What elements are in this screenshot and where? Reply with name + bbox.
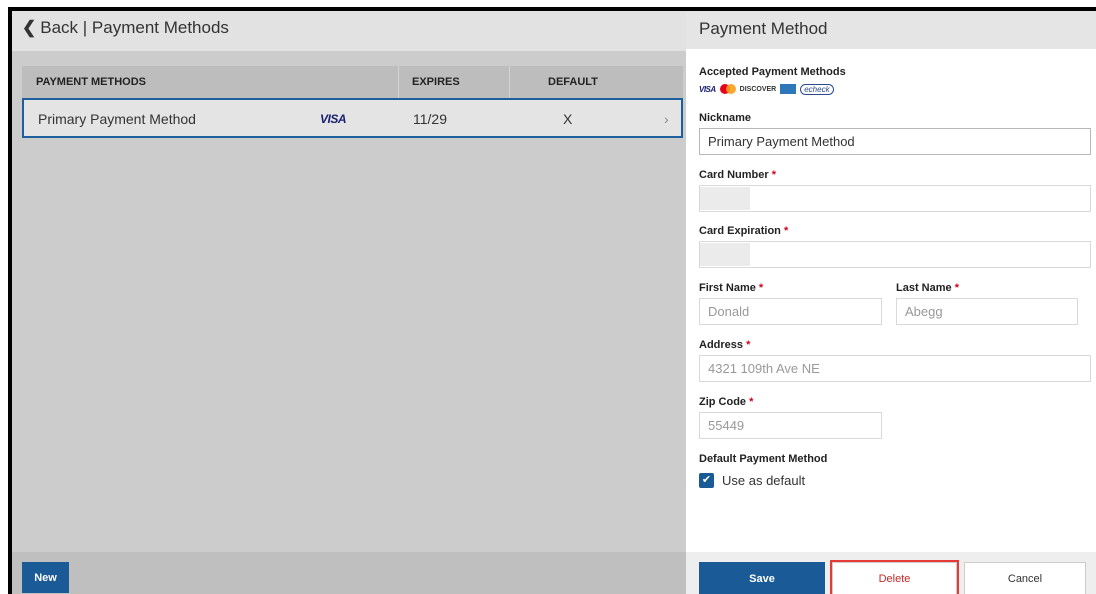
echeck-logo-icon: echeck: [800, 83, 834, 95]
save-button[interactable]: Save: [699, 562, 825, 594]
first-name-label: First Name *: [699, 282, 764, 294]
card-expiration-input[interactable]: [699, 241, 1091, 268]
column-header-expires: EXPIRES: [412, 76, 460, 88]
column-header-payment-methods: PAYMENT METHODS: [36, 76, 147, 88]
payment-method-default: X: [563, 111, 573, 127]
nickname-label: Nickname: [699, 112, 751, 124]
zip-code-label: Zip Code *: [699, 396, 754, 408]
default-payment-method-label: Default Payment Method: [699, 453, 828, 465]
accepted-card-logos: VISA DISCOVER echeck: [699, 82, 834, 96]
address-input[interactable]: 4321 109th Ave NE: [699, 355, 1091, 382]
first-name-input[interactable]: Donald: [699, 298, 882, 325]
new-button[interactable]: New: [22, 562, 69, 593]
card-number-label: Card Number *: [699, 169, 777, 181]
visa-logo-icon: VISA: [320, 112, 347, 126]
nickname-input[interactable]: Primary Payment Method: [699, 128, 1091, 155]
use-as-default-label[interactable]: Use as default: [722, 473, 805, 488]
chevron-left-icon: ❮: [22, 18, 37, 37]
column-divider: [398, 66, 399, 98]
delete-button[interactable]: Delete: [830, 560, 959, 594]
column-divider: [509, 66, 510, 98]
checkmark-icon: ✔: [701, 474, 712, 486]
payment-method-detail-pane: Payment Method Accepted Payment Methods …: [686, 11, 1096, 594]
payment-methods-table: PAYMENT METHODS EXPIRES DEFAULT Primary …: [22, 66, 683, 138]
list-footer: New: [12, 552, 686, 594]
column-header-default: DEFAULT: [548, 76, 598, 88]
list-header: ❮ Back | Payment Methods: [12, 11, 686, 51]
zip-code-input[interactable]: 55449: [699, 412, 882, 439]
mastercard-logo-icon: [719, 84, 736, 94]
last-name-label: Last Name *: [896, 282, 959, 294]
payment-method-expires: 11/29: [413, 111, 447, 127]
back-button[interactable]: ❮ Back | Payment Methods: [22, 18, 229, 38]
accepted-methods-label: Accepted Payment Methods: [699, 66, 846, 78]
card-expiration-label: Card Expiration *: [699, 225, 789, 237]
cancel-button[interactable]: Cancel: [964, 562, 1086, 594]
last-name-input[interactable]: Abegg: [896, 298, 1078, 325]
detail-header: Payment Method: [686, 11, 1096, 49]
payment-method-name: Primary Payment Method: [38, 111, 196, 127]
discover-logo-icon: DISCOVER: [739, 85, 777, 93]
table-header: PAYMENT METHODS EXPIRES DEFAULT: [22, 66, 683, 98]
use-as-default-checkbox[interactable]: ✔: [699, 473, 714, 488]
detail-footer: Save Delete Cancel: [686, 552, 1096, 594]
redacted-card-number: [700, 187, 750, 210]
redacted-card-expiration: [700, 243, 750, 266]
page-title: Payment Method: [699, 19, 828, 38]
address-label: Address *: [699, 339, 751, 351]
card-number-input[interactable]: [699, 185, 1091, 212]
payment-methods-list-pane: ❮ Back | Payment Methods PAYMENT METHODS…: [12, 11, 686, 594]
chevron-right-icon: ›: [664, 111, 669, 127]
visa-logo-icon: VISA: [699, 84, 716, 94]
amex-logo-icon: [780, 84, 797, 94]
back-label: Back | Payment Methods: [40, 18, 229, 37]
table-row[interactable]: Primary Payment Method VISA 11/29 X ›: [22, 98, 683, 138]
